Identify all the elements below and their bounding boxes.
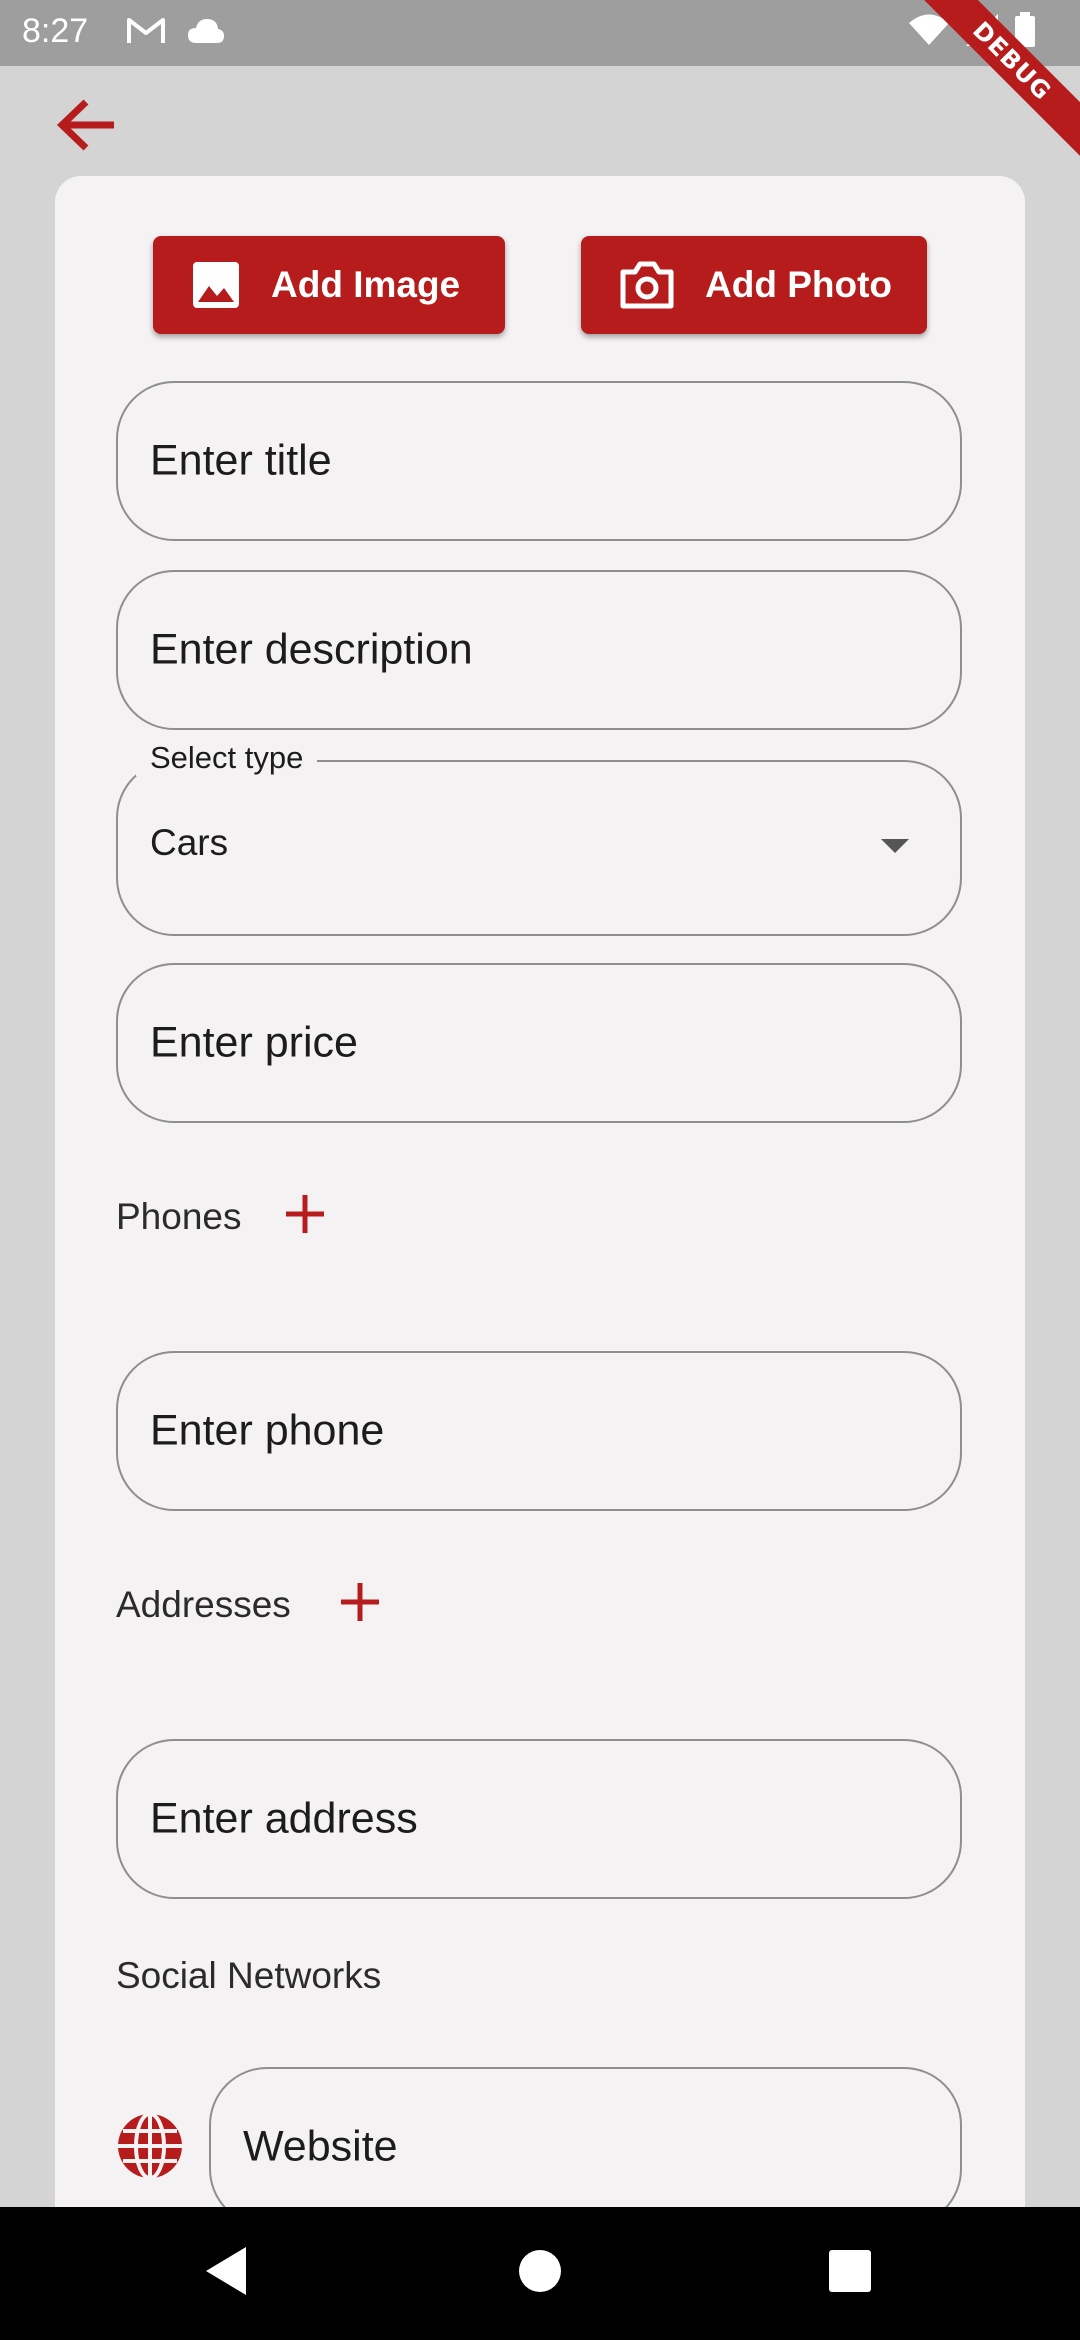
price-field[interactable]: Enter price [116,963,962,1123]
type-select-label: Select type [136,740,318,776]
gmail-icon [127,18,165,43]
app-bar [0,66,1080,176]
type-select-value: Cars [150,822,229,863]
status-bar: 8:27 [0,0,1080,66]
dropdown-caret-icon [881,839,909,853]
addresses-label: Addresses [116,1584,291,1625]
nav-back-icon[interactable] [204,2245,248,2297]
website-field[interactable]: Website [209,2067,962,2227]
form-card: Add Image Add Photo Enter title Enter de… [55,176,1025,2227]
add-phone-plus-icon[interactable] [283,1192,327,1236]
add-address-plus-icon[interactable] [338,1580,382,1624]
nav-home-icon[interactable] [518,2249,562,2293]
image-icon [193,262,239,308]
status-time: 8:27 [22,12,89,50]
add-image-button[interactable]: Add Image [153,236,505,334]
phones-label: Phones [116,1196,242,1237]
price-placeholder: Enter price [150,1018,358,1067]
system-nav-bar [0,2207,1080,2340]
back-button[interactable] [52,90,122,160]
add-photo-label: Add Photo [705,264,893,305]
website-placeholder: Website [243,2122,398,2171]
title-placeholder: Enter title [150,436,332,485]
globe-icon [118,2112,182,2180]
description-field[interactable]: Enter description [116,570,962,730]
camera-icon [620,261,674,309]
social-networks-label: Social Networks [116,1955,382,1996]
phone-placeholder: Enter phone [150,1406,385,1455]
phone-field[interactable]: Enter phone [116,1351,962,1511]
back-arrow-icon [56,99,114,151]
add-photo-button[interactable]: Add Photo [581,236,927,334]
description-placeholder: Enter description [150,625,473,674]
status-notification-icons [126,16,226,46]
type-select[interactable]: Select type Cars [116,740,962,936]
nav-recents-icon[interactable] [829,2250,871,2292]
address-placeholder: Enter address [150,1794,418,1843]
address-field[interactable]: Enter address [116,1739,962,1899]
title-field[interactable]: Enter title [116,381,962,541]
cloud-icon [188,19,224,43]
add-image-label: Add Image [271,264,461,305]
